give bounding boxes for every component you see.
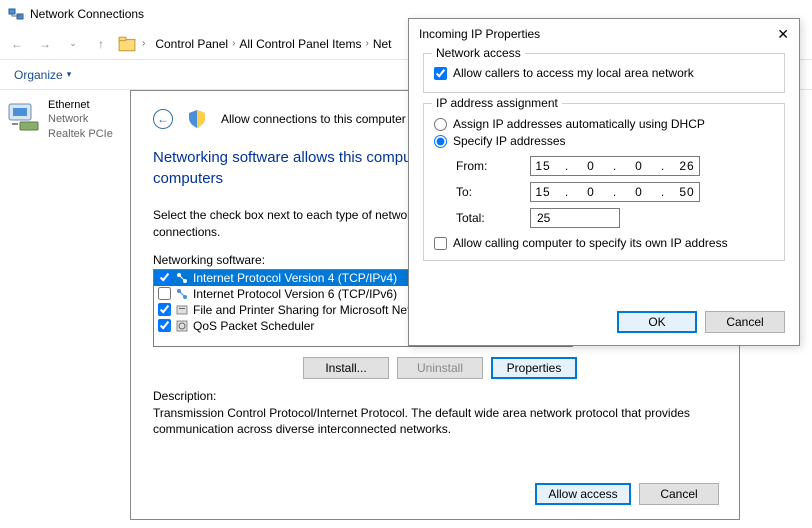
adapter-name: Ethernet xyxy=(48,98,113,112)
item-checkbox[interactable] xyxy=(158,271,171,284)
breadcrumb-item[interactable]: All Control Panel Items xyxy=(239,37,361,51)
cancel-button[interactable]: Cancel xyxy=(639,483,719,505)
folder-icon xyxy=(118,35,136,53)
allow-access-button[interactable]: Allow access xyxy=(535,483,631,505)
to-label: To: xyxy=(456,185,516,199)
organize-menu[interactable]: Organize ▾ xyxy=(14,68,71,82)
dialog-title: Incoming IP Properties xyxy=(419,27,540,41)
specify-label: Specify IP addresses xyxy=(453,134,566,148)
chevron-right-icon: › xyxy=(365,38,368,49)
breadcrumb-item[interactable]: Control Panel xyxy=(155,37,228,51)
dhcp-radio[interactable] xyxy=(434,118,447,131)
protocol-icon xyxy=(175,271,189,285)
service-icon xyxy=(175,319,189,333)
ok-button[interactable]: OK xyxy=(617,311,697,333)
up-arrow-icon[interactable]: ↑ xyxy=(90,33,112,55)
total-display: 25 xyxy=(530,208,620,228)
wizard-title: Allow connections to this computer xyxy=(221,112,406,126)
breadcrumb-item[interactable]: Net xyxy=(373,37,392,51)
shield-icon xyxy=(187,109,207,129)
specify-radio[interactable] xyxy=(434,135,447,148)
allow-callers-label: Allow callers to access my local area ne… xyxy=(453,66,694,80)
item-checkbox[interactable] xyxy=(158,303,171,316)
network-access-group: Network access Allow callers to access m… xyxy=(423,53,785,93)
chevron-down-icon: ▾ xyxy=(67,69,72,80)
uninstall-button: Uninstall xyxy=(397,357,483,379)
description-label: Description: xyxy=(153,389,717,403)
adapter-list: Ethernet Network Realtek PCIe xyxy=(0,90,130,528)
wizard-back-button[interactable]: ← xyxy=(153,109,173,129)
incoming-ip-properties-dialog: Incoming IP Properties ✕ Network access … xyxy=(408,18,800,346)
dialog-titlebar: Incoming IP Properties ✕ xyxy=(409,19,799,49)
item-checkbox[interactable] xyxy=(158,319,171,332)
allow-calling-specify-checkbox[interactable] xyxy=(434,237,447,250)
dhcp-label: Assign IP addresses automatically using … xyxy=(453,117,705,131)
group-label: Network access xyxy=(432,46,525,60)
group-label: IP address assignment xyxy=(432,96,562,110)
ip-assignment-group: IP address assignment Assign IP addresse… xyxy=(423,103,785,261)
adapter-item[interactable]: Ethernet Network Realtek PCIe xyxy=(6,98,124,141)
close-icon[interactable]: ✕ xyxy=(777,26,789,43)
dropdown-history-icon[interactable]: ⌄ xyxy=(62,33,84,55)
from-ip-input[interactable]: 15. 0. 0. 26 xyxy=(530,156,700,176)
service-icon xyxy=(175,303,189,317)
network-icon xyxy=(8,6,24,22)
protocol-icon xyxy=(175,287,189,301)
back-arrow-icon[interactable]: ← xyxy=(6,33,28,55)
install-button[interactable]: Install... xyxy=(303,357,389,379)
description-text: Transmission Control Protocol/Internet P… xyxy=(153,405,693,439)
chevron-right-icon: › xyxy=(232,38,235,49)
to-ip-input[interactable]: 15. 0. 0. 50 xyxy=(530,182,700,202)
dialog-cancel-button[interactable]: Cancel xyxy=(705,311,785,333)
ethernet-adapter-icon xyxy=(6,98,42,134)
total-label: Total: xyxy=(456,211,516,225)
item-checkbox[interactable] xyxy=(158,287,171,300)
adapter-status: Network xyxy=(48,112,113,126)
properties-button[interactable]: Properties xyxy=(491,357,577,379)
breadcrumb: Control Panel › All Control Panel Items … xyxy=(155,37,391,51)
allow-calling-label: Allow calling computer to specify its ow… xyxy=(453,236,728,250)
adapter-device: Realtek PCIe xyxy=(48,127,113,141)
allow-callers-checkbox[interactable] xyxy=(434,67,447,80)
forward-arrow-icon[interactable]: → xyxy=(34,33,56,55)
from-label: From: xyxy=(456,159,516,173)
window-title: Network Connections xyxy=(30,7,144,21)
chevron-right-icon[interactable]: › xyxy=(142,38,145,49)
